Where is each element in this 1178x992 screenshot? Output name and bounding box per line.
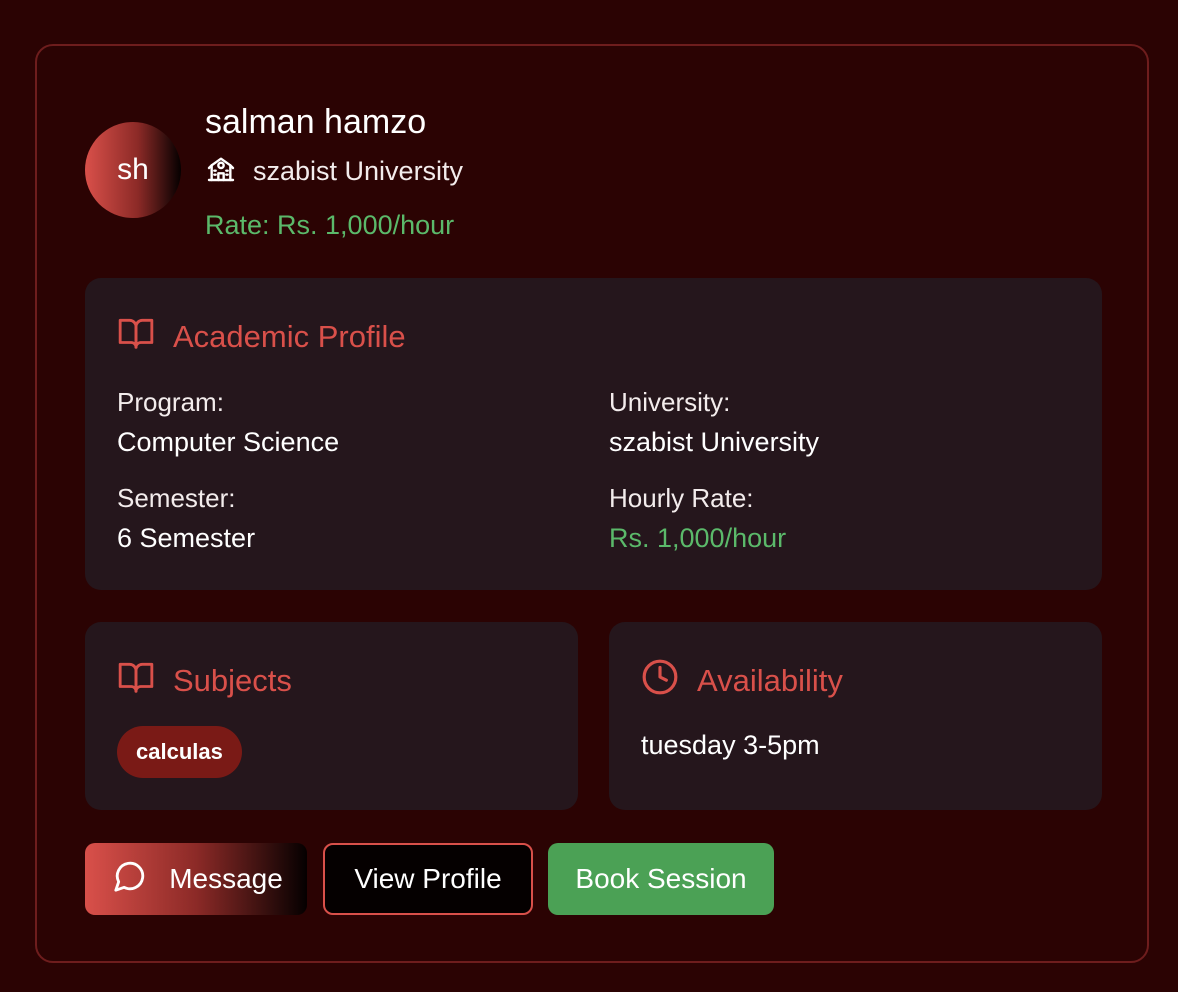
program-label: Program:: [117, 387, 224, 417]
hourly-rate-field: Hourly Rate: Rs. 1,000/hour: [609, 482, 786, 554]
subjects-title: Subjects: [173, 663, 292, 698]
semester-value: 6 Semester: [117, 523, 256, 553]
tutor-university-row: szabist University: [205, 152, 463, 191]
tutor-rate: Rate: Rs. 1,000/hour: [205, 210, 455, 240]
avatar: sh: [85, 122, 181, 218]
university-label: University:: [609, 387, 731, 417]
book-session-button[interactable]: Book Session: [548, 843, 774, 915]
semester-field: Semester: 6 Semester: [117, 482, 255, 554]
book-session-button-label: Book Session: [575, 863, 747, 894]
message-button-label: Message: [169, 863, 283, 894]
program-field: Program: Computer Science: [117, 386, 339, 458]
subjects-heading: Subjects: [117, 658, 292, 704]
academic-profile-panel: Academic Profile Program: Computer Scien…: [85, 278, 1102, 590]
university-field: University: szabist University: [609, 386, 819, 458]
university-value: szabist University: [609, 427, 820, 457]
availability-title: Availability: [697, 663, 843, 698]
availability-text: tuesday 3-5pm: [641, 730, 820, 760]
semester-label: Semester:: [117, 483, 236, 513]
academic-profile-heading: Academic Profile: [117, 314, 406, 360]
hourly-rate-value: Rs. 1,000/hour: [609, 523, 787, 553]
book-open-icon: [117, 314, 155, 360]
availability-heading: Availability: [641, 658, 843, 704]
program-value: Computer Science: [117, 427, 340, 457]
view-profile-button-label: View Profile: [354, 863, 502, 894]
subjects-panel: Subjects calculas: [85, 622, 578, 810]
tutor-card: sh salman hamzo szabist University Rate:…: [35, 44, 1149, 963]
avatar-initials: sh: [117, 153, 149, 186]
subject-chip: calculas: [117, 726, 242, 778]
academic-profile-title: Academic Profile: [173, 319, 406, 354]
clock-icon: [641, 658, 679, 704]
tutor-name: salman hamzo: [205, 103, 427, 141]
school-icon: [205, 152, 237, 191]
book-open-icon: [117, 658, 155, 704]
availability-panel: Availability tuesday 3-5pm: [609, 622, 1102, 810]
message-circle-icon: [113, 859, 147, 900]
message-button[interactable]: Message: [85, 843, 307, 915]
view-profile-button[interactable]: View Profile: [323, 843, 533, 915]
hourly-rate-label: Hourly Rate:: [609, 483, 754, 513]
tutor-university: szabist University: [253, 156, 464, 186]
